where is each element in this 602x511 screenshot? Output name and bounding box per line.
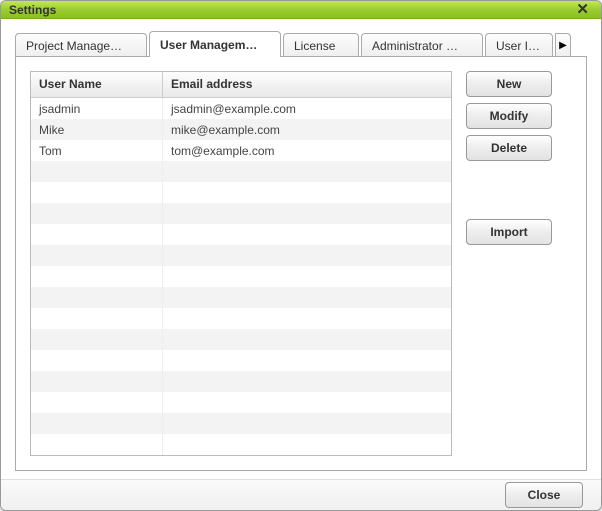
content-area: Project Manage… User Managem… License Ad… — [1, 19, 601, 479]
cell-email — [163, 161, 451, 182]
cell-email: jsadmin@example.com — [163, 98, 451, 119]
users-table: User Name Email address jsadminjsadmin@e… — [30, 71, 452, 456]
tab-user-info[interactable]: User Info — [485, 33, 553, 57]
cell-email — [163, 287, 451, 308]
close-button[interactable]: Close — [505, 482, 583, 508]
cell-email — [163, 350, 451, 371]
spacer — [466, 167, 552, 213]
table-row — [31, 203, 451, 224]
tab-project-management[interactable]: Project Manage… — [15, 33, 147, 57]
table-body: jsadminjsadmin@example.comMikemike@examp… — [31, 98, 451, 455]
modify-button[interactable]: Modify — [466, 103, 552, 129]
titlebar: Settings ✕ — [1, 1, 601, 19]
column-header-username[interactable]: User Name — [31, 72, 163, 97]
table-row — [31, 161, 451, 182]
cell-username — [31, 203, 163, 224]
cell-username — [31, 308, 163, 329]
tab-license[interactable]: License — [283, 33, 359, 57]
table-row — [31, 392, 451, 413]
close-icon[interactable]: ✕ — [572, 2, 593, 17]
cell-email — [163, 371, 451, 392]
tab-scroll-right[interactable]: ▶ — [555, 33, 571, 57]
table-row — [31, 413, 451, 434]
table-row — [31, 308, 451, 329]
table-row — [31, 434, 451, 455]
table-row[interactable]: Tomtom@example.com — [31, 140, 451, 161]
cell-username: Mike — [31, 119, 163, 140]
table-row — [31, 350, 451, 371]
dialog-footer: Close — [1, 479, 601, 510]
cell-email: tom@example.com — [163, 140, 451, 161]
side-buttons: New Modify Delete Import — [466, 71, 552, 456]
column-header-email[interactable]: Email address — [163, 72, 451, 97]
cell-username — [31, 182, 163, 203]
table-row[interactable]: jsadminjsadmin@example.com — [31, 98, 451, 119]
tab-user-management[interactable]: User Managem… — [149, 31, 281, 57]
cell-email — [163, 182, 451, 203]
cell-email: mike@example.com — [163, 119, 451, 140]
cell-username — [31, 392, 163, 413]
tabs-row: Project Manage… User Managem… License Ad… — [15, 31, 587, 57]
cell-username — [31, 434, 163, 455]
cell-username: Tom — [31, 140, 163, 161]
cell-email — [163, 266, 451, 287]
cell-email — [163, 308, 451, 329]
table-row[interactable]: Mikemike@example.com — [31, 119, 451, 140]
cell-username: jsadmin — [31, 98, 163, 119]
cell-username — [31, 245, 163, 266]
tab-administrator[interactable]: Administrator … — [361, 33, 483, 57]
chevron-right-icon: ▶ — [559, 40, 567, 51]
table-row — [31, 224, 451, 245]
cell-username — [31, 161, 163, 182]
cell-username — [31, 350, 163, 371]
table-row — [31, 329, 451, 350]
table-header: User Name Email address — [31, 72, 451, 98]
cell-email — [163, 392, 451, 413]
cell-email — [163, 413, 451, 434]
window-title: Settings — [9, 3, 572, 17]
new-button[interactable]: New — [466, 71, 552, 97]
cell-username — [31, 287, 163, 308]
cell-email — [163, 245, 451, 266]
delete-button[interactable]: Delete — [466, 135, 552, 161]
cell-username — [31, 329, 163, 350]
cell-username — [31, 224, 163, 245]
cell-email — [163, 329, 451, 350]
settings-dialog: Settings ✕ Project Manage… User Managem…… — [0, 0, 602, 511]
cell-username — [31, 371, 163, 392]
table-row — [31, 182, 451, 203]
tab-panel-user-management: User Name Email address jsadminjsadmin@e… — [15, 56, 587, 471]
cell-email — [163, 434, 451, 455]
table-row — [31, 245, 451, 266]
cell-email — [163, 224, 451, 245]
cell-username — [31, 266, 163, 287]
cell-username — [31, 413, 163, 434]
cell-email — [163, 203, 451, 224]
table-row — [31, 266, 451, 287]
table-row — [31, 371, 451, 392]
import-button[interactable]: Import — [466, 219, 552, 245]
table-row — [31, 287, 451, 308]
